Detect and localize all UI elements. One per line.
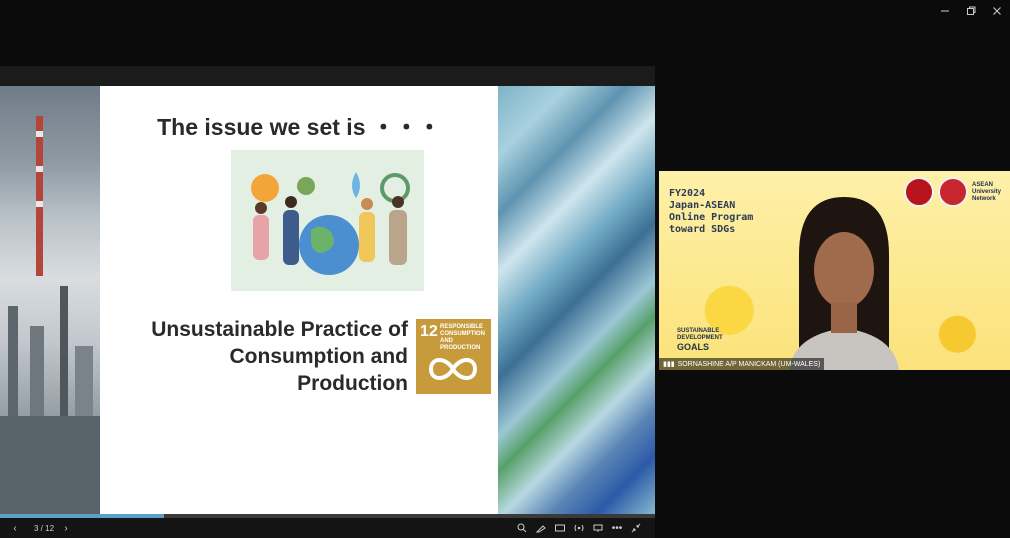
sdg12-badge: 12 RESPONSIBLE CONSUMPTION AND PRODUCTIO…: [416, 319, 491, 394]
exit-fullscreen-button[interactable]: [629, 518, 643, 538]
zoom-button[interactable]: [515, 518, 529, 538]
zoom-in-icon: [517, 523, 527, 533]
issue-line-2: Consumption and: [229, 345, 408, 368]
sdg-label: RESPONSIBLE CONSUMPTION AND PRODUCTION: [440, 324, 485, 351]
audio-level-icon: ▮▮▮: [663, 361, 675, 368]
slideshow-controls: ‹ 3 / 12 › •••: [0, 518, 655, 538]
laser-pointer-button[interactable]: [534, 518, 548, 538]
chevron-right-icon: ›: [64, 522, 68, 534]
program-title-line-1: FY2024: [669, 188, 706, 199]
sdg-logo-line-1: SUSTAINABLE: [677, 328, 720, 334]
previous-slide-button[interactable]: ‹: [0, 518, 30, 538]
participant-video-tile[interactable]: FY2024 Japan-ASEAN Online Program toward…: [659, 171, 1010, 370]
program-title-line-3: Online Program: [669, 212, 754, 223]
close-button[interactable]: [984, 0, 1010, 22]
issue-line-1: Unsustainable Practice of: [151, 318, 408, 341]
issue-line-3: Production: [297, 372, 408, 395]
captions-icon: [555, 524, 565, 532]
share-top-bar: [0, 66, 655, 86]
broadcast-icon: [574, 524, 584, 532]
broadcast-button[interactable]: [572, 518, 586, 538]
pen-icon: [536, 525, 546, 533]
chevron-left-icon: ‹: [13, 522, 17, 534]
sdg-logo-line-3: GOALS: [677, 342, 710, 352]
sdg-goals-logo: SUSTAINABLE DEVELOPMENT GOALS: [677, 328, 723, 352]
partner-logos: ASEAN University Network: [904, 177, 1006, 207]
issue-statement: Unsustainable Practice of Consumption an…: [100, 316, 408, 397]
shared-screen: The issue we set is ・・・ Unsustainable Pr…: [0, 66, 655, 538]
minimize-icon: [941, 10, 949, 12]
more-options-button[interactable]: •••: [610, 518, 624, 538]
clothes-pile-photo: [498, 86, 655, 514]
factory-chimney-graphic: [0, 116, 100, 514]
page-indicator: 3 / 12: [34, 523, 55, 533]
participant-name: SORNASHINE A/P MANICKAM (UM-WALES): [677, 360, 821, 368]
subtitles-button[interactable]: [553, 518, 567, 538]
restore-button[interactable]: [958, 0, 984, 22]
people-holding-earth-illustration: [251, 172, 410, 275]
display-settings-button[interactable]: [591, 518, 605, 538]
participant-person: [789, 197, 899, 370]
next-slide-button[interactable]: ›: [58, 518, 74, 538]
slide-title: The issue we set is ・・・: [157, 114, 441, 140]
program-title: FY2024 Japan-ASEAN Online Program toward…: [669, 188, 753, 236]
minimize-button[interactable]: [932, 0, 958, 22]
collapse-icon: [631, 523, 641, 533]
sdg-people-illustration: [231, 150, 424, 291]
factory-photo: [0, 86, 100, 514]
participant-nameplate: ▮▮▮ SORNASHINE A/P MANICKAM (UM-WALES): [659, 358, 825, 370]
presentation-slide: The issue we set is ・・・ Unsustainable Pr…: [0, 86, 655, 514]
window-controls: [932, 0, 1010, 22]
sdg-logo-line-2: DEVELOPMENT: [677, 335, 723, 341]
infinity-loop-icon: [428, 358, 478, 380]
sdg-number: 12: [420, 323, 438, 340]
asean-logo: [938, 177, 968, 207]
program-title-line-2: Japan-ASEAN: [669, 200, 736, 211]
close-icon: [993, 7, 1001, 15]
program-title-line-4: toward SDGs: [669, 224, 736, 235]
monitor-icon: [593, 524, 603, 532]
more-horizontal-icon: •••: [611, 522, 623, 534]
asean-logo-text: ASEAN University Network: [972, 181, 1002, 202]
restore-icon: [967, 6, 976, 15]
